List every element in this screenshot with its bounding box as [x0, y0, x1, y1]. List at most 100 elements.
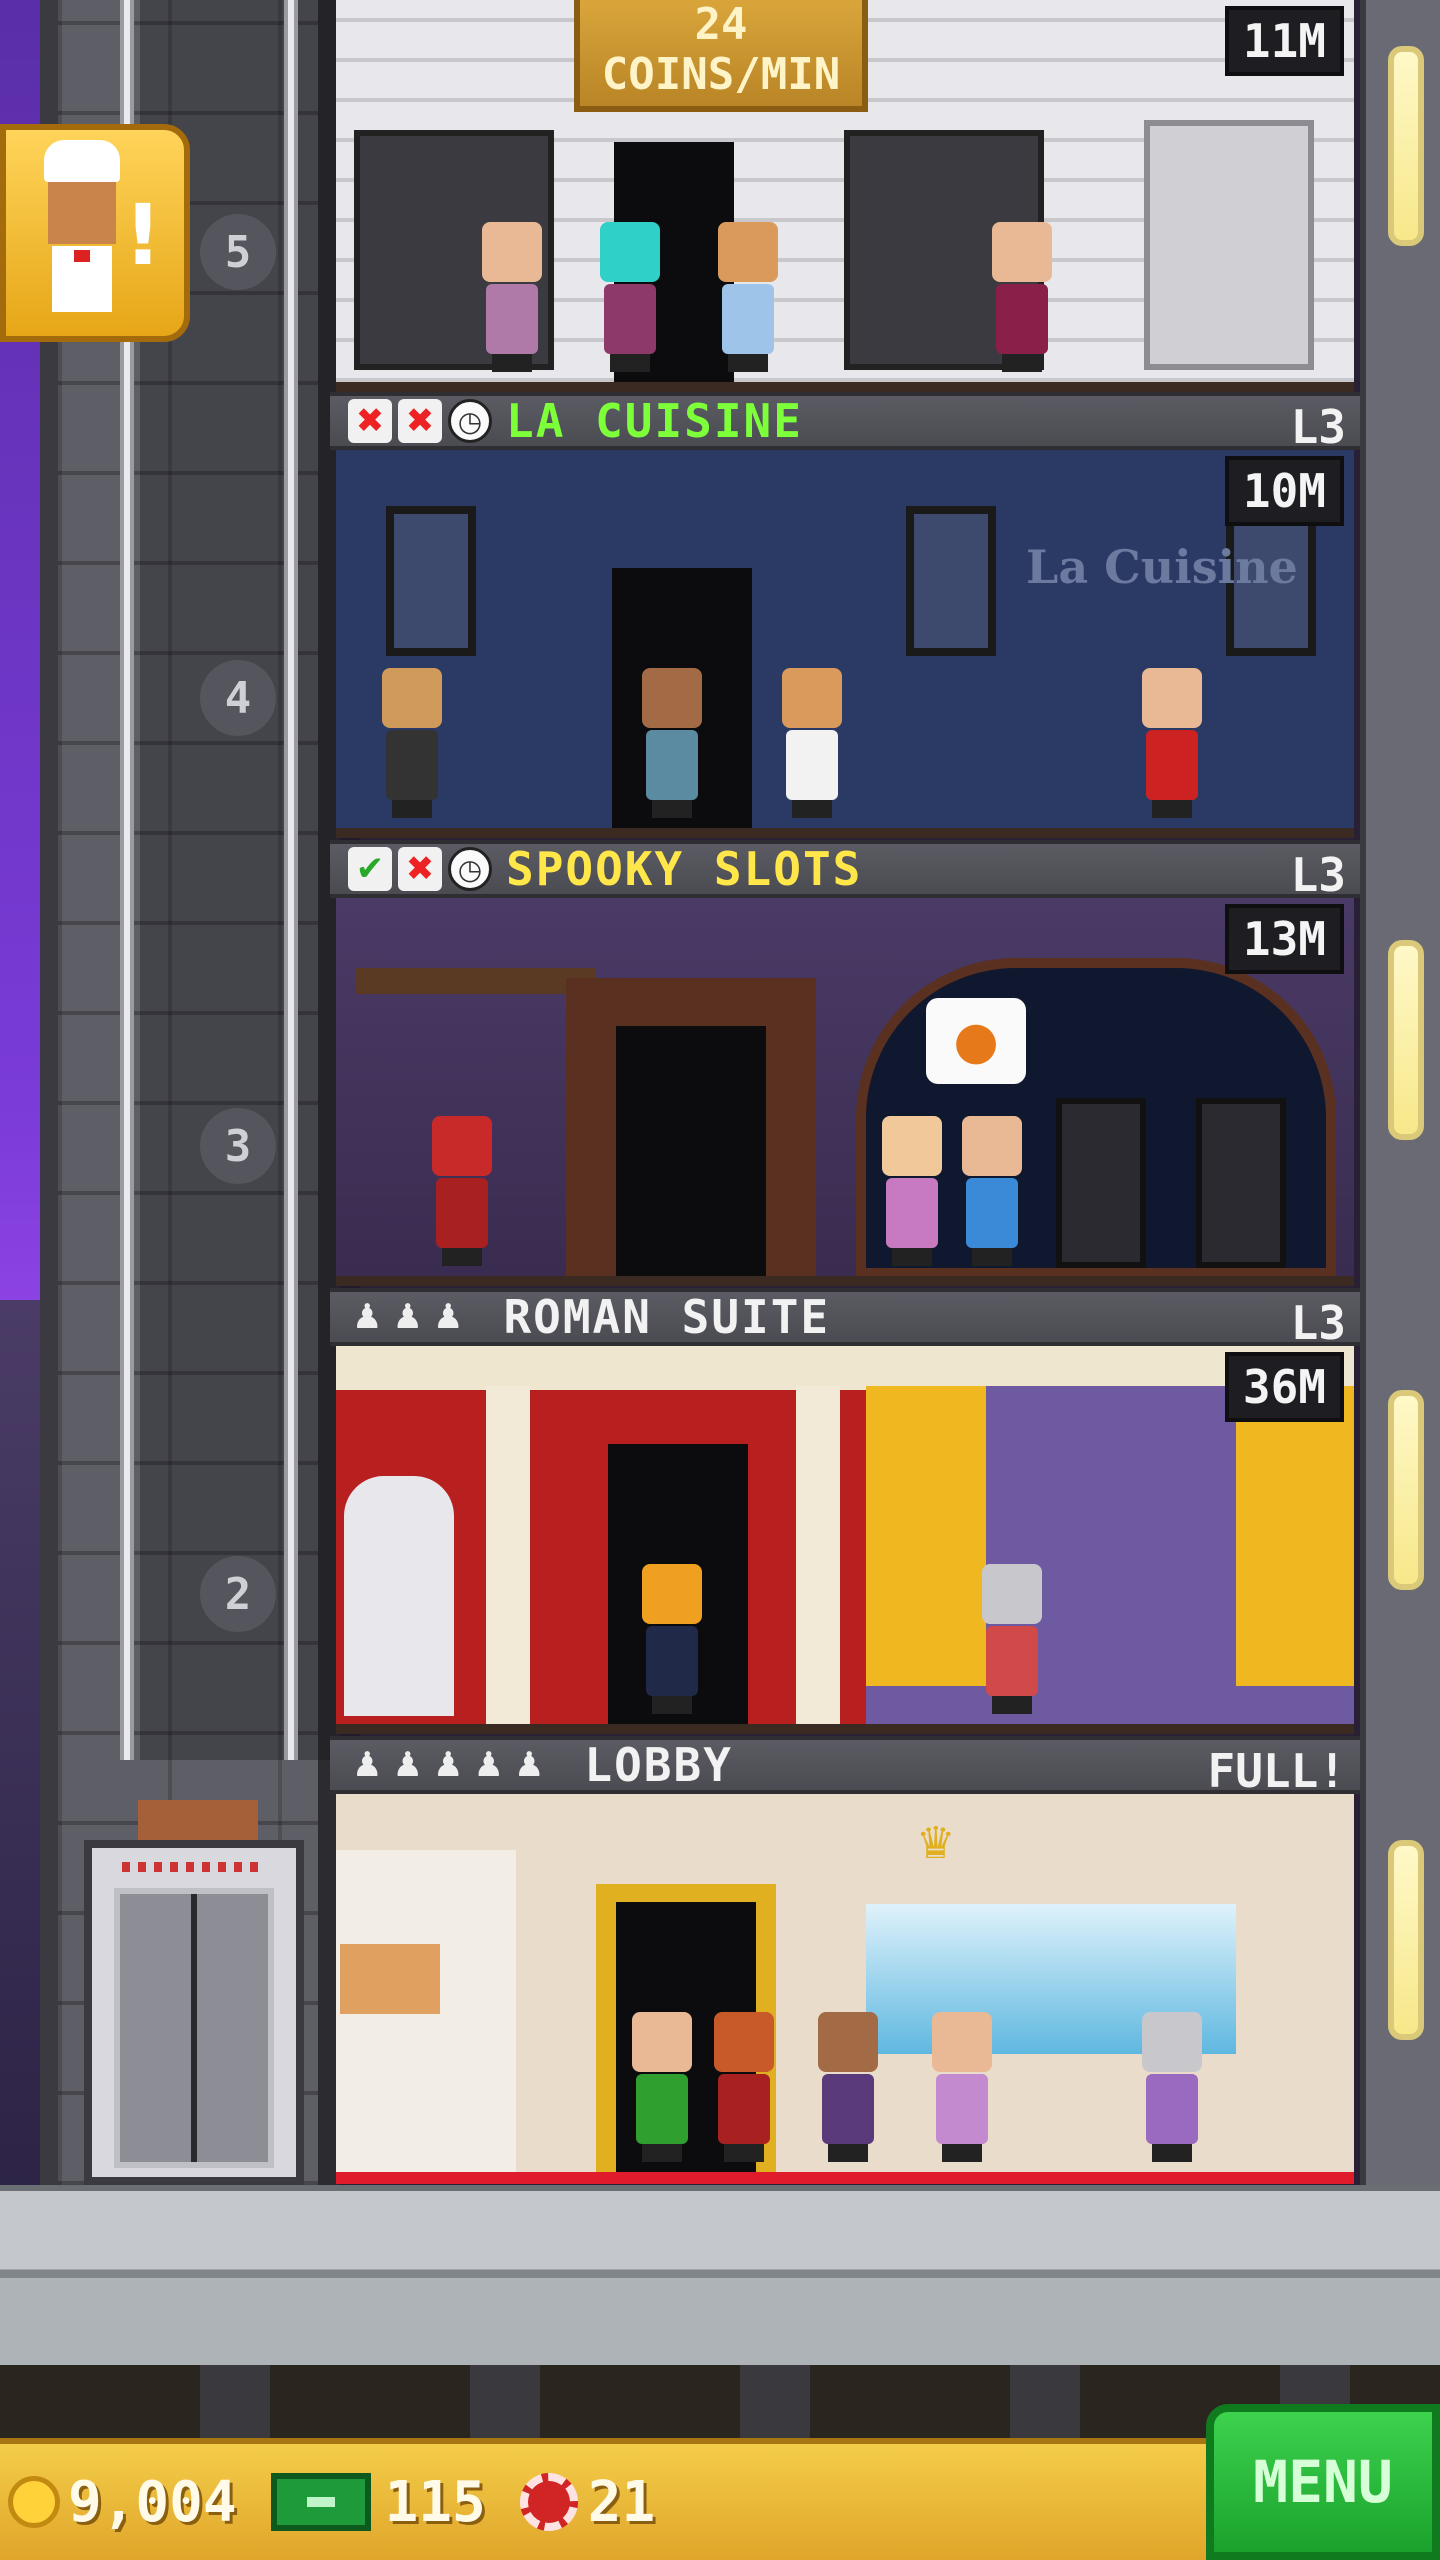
shaft-floor-number: 3: [200, 1108, 276, 1184]
resident-icon: ♟: [513, 1745, 545, 1785]
floor-label-bar[interactable]: ♟ ♟ ♟ ♟ ♟ LOBBY FULL!: [330, 1736, 1360, 1798]
tower-floors: 11M ✖ ✖ ◷ LA CUISINE L3 10M La Cuisine ✔…: [330, 0, 1360, 2185]
tickets-counter[interactable]: 21: [519, 2469, 656, 2535]
floor-roman-suite[interactable]: ♟ ♟ ♟ ROMAN SUITE L3 36M: [330, 1288, 1360, 1736]
chandelier: [356, 968, 596, 994]
coin-icon: [8, 2476, 60, 2528]
floor-name: SPOOKY SLOTS: [506, 842, 863, 896]
elevator-cable-right: [284, 0, 298, 1760]
stock-indicator: 13M: [1224, 904, 1344, 974]
storage-door: [1144, 120, 1314, 370]
gambler-sprite[interactable]: [876, 1116, 948, 1266]
floor-lobby[interactable]: ♟ ♟ ♟ ♟ ♟ LOBBY FULL! ♛: [330, 1736, 1360, 2185]
resident-icon: ♟: [432, 1297, 464, 1337]
customer-sprite[interactable]: [376, 668, 448, 818]
menu-button[interactable]: MENU: [1206, 2404, 1440, 2560]
bottom-hud-bar: 9,004 115 21: [0, 2438, 1210, 2560]
restaurant-sign: La Cuisine: [1026, 540, 1298, 594]
tickets-value: 21: [587, 2469, 656, 2535]
shaft-floor-number: 4: [200, 660, 276, 736]
shaft-floor-number: 2: [200, 1556, 276, 1632]
floor-label-bar[interactable]: ♟ ♟ ♟ ROMAN SUITE L3: [330, 1288, 1360, 1350]
coins-per-minute-banner: 24 COINS/MIN: [574, 0, 868, 112]
resident-icon: ♟: [473, 1745, 504, 1785]
customer-sprite[interactable]: [636, 668, 708, 818]
bux-counter[interactable]: 115: [270, 2469, 486, 2535]
customer-sprite[interactable]: [1136, 668, 1208, 818]
lobby-capacity-status: FULL!: [1207, 1744, 1346, 1798]
coins-value: 9,004: [68, 2469, 237, 2535]
floor-la-cuisine[interactable]: ✖ ✖ ◷ LA CUISINE L3 10M La Cuisine: [330, 392, 1360, 840]
elevator-doors: [114, 1888, 274, 2168]
worker-sprite[interactable]: [986, 222, 1058, 372]
room-casino[interactable]: 13M ●: [336, 898, 1354, 1286]
stock-indicator: 11M: [1224, 6, 1344, 76]
side-window: [1388, 1840, 1424, 2040]
out-of-stock-icon: ✖: [398, 847, 442, 891]
resident-sprite[interactable]: [976, 1564, 1048, 1714]
visitor-sprite[interactable]: [626, 2012, 698, 2162]
slot-machine: [1196, 1098, 1286, 1268]
floor-name: LOBBY: [584, 1738, 733, 1792]
curtain-right: [1236, 1386, 1354, 1686]
floor-label-bar[interactable]: ✔ ✖ ◷ SPOOKY SLOTS L3: [330, 840, 1360, 902]
column: [486, 1386, 530, 1724]
floor-spooky-slots[interactable]: ✔ ✖ ◷ SPOOKY SLOTS L3 13M ●: [330, 840, 1360, 1288]
clock-icon: ◷: [448, 399, 492, 443]
floor-label-bar[interactable]: ✖ ✖ ◷ LA CUISINE L3: [330, 392, 1360, 454]
casino-chip-icon: [519, 2473, 578, 2531]
shaft-floor-number: 5: [200, 214, 276, 290]
elevator-counterweight: [138, 1800, 258, 1840]
room-lobby[interactable]: ♛: [336, 1794, 1354, 2184]
resident-icon: ♟: [392, 1745, 423, 1785]
tower-bux-icon: [270, 2473, 371, 2531]
floor-level: L3: [1290, 400, 1346, 454]
elevator-car[interactable]: [84, 1840, 304, 2185]
coins-rate-value: 24: [694, 0, 748, 50]
wall-painting: [906, 506, 996, 656]
worker-sprite[interactable]: [594, 222, 666, 372]
in-stock-check-icon: ✔: [348, 847, 392, 891]
worker-sprite[interactable]: [476, 222, 548, 372]
bellhop-sprite[interactable]: [708, 2012, 780, 2162]
floor-level: L3: [1290, 848, 1346, 902]
bux-value: 115: [384, 2469, 486, 2535]
pumpkin-speech-bubble-icon[interactable]: ●: [926, 998, 1026, 1084]
resident-icon: ♟: [352, 1297, 383, 1337]
stock-status-icons: ✔ ✖ ◷: [348, 847, 492, 891]
resident-icon: ♟: [392, 1297, 423, 1337]
resident-icons: ♟ ♟ ♟: [352, 1297, 463, 1337]
floor-name: ROMAN SUITE: [503, 1290, 831, 1344]
room-restaurant[interactable]: 10M La Cuisine: [336, 450, 1354, 838]
visitor-sprite[interactable]: [926, 2012, 998, 2162]
side-window: [1388, 940, 1424, 1140]
room-door: [616, 1026, 766, 1276]
lobby-wall-panel: [336, 1850, 516, 2172]
bellhop-sprite[interactable]: [426, 1116, 498, 1266]
exclamation-icon: !: [123, 186, 162, 284]
floor-name: LA CUISINE: [506, 394, 803, 448]
floor-level: L3: [1290, 1296, 1346, 1350]
visitor-sprite[interactable]: [812, 2012, 884, 2162]
coins-counter[interactable]: 9,004: [8, 2470, 237, 2535]
out-of-stock-icon: ✖: [348, 399, 392, 443]
resident-icon: ♟: [352, 1745, 383, 1785]
street-ground: [0, 2185, 1440, 2365]
worker-sprite[interactable]: [712, 222, 784, 372]
resident-sprite[interactable]: [636, 1564, 708, 1714]
curtain-left: [866, 1386, 986, 1686]
sunset-painting: [340, 1944, 440, 2014]
stock-indicator: 10M: [1224, 456, 1344, 526]
wall-painting: [386, 506, 476, 656]
side-window: [1388, 1390, 1424, 1590]
resident-icons: ♟ ♟ ♟ ♟ ♟: [352, 1745, 544, 1785]
stock-indicator: 36M: [1224, 1352, 1344, 1422]
visitor-sprite[interactable]: [1136, 2012, 1208, 2162]
tower-side-column: [1360, 0, 1440, 2185]
gambler-sprite[interactable]: [956, 1116, 1028, 1266]
room-residence[interactable]: 36M: [336, 1346, 1354, 1734]
chef-sprite[interactable]: [776, 668, 848, 818]
side-window: [1388, 46, 1424, 246]
chandelier-icon: ♛: [916, 1818, 956, 1869]
quest-notification-button[interactable]: !: [0, 124, 190, 342]
